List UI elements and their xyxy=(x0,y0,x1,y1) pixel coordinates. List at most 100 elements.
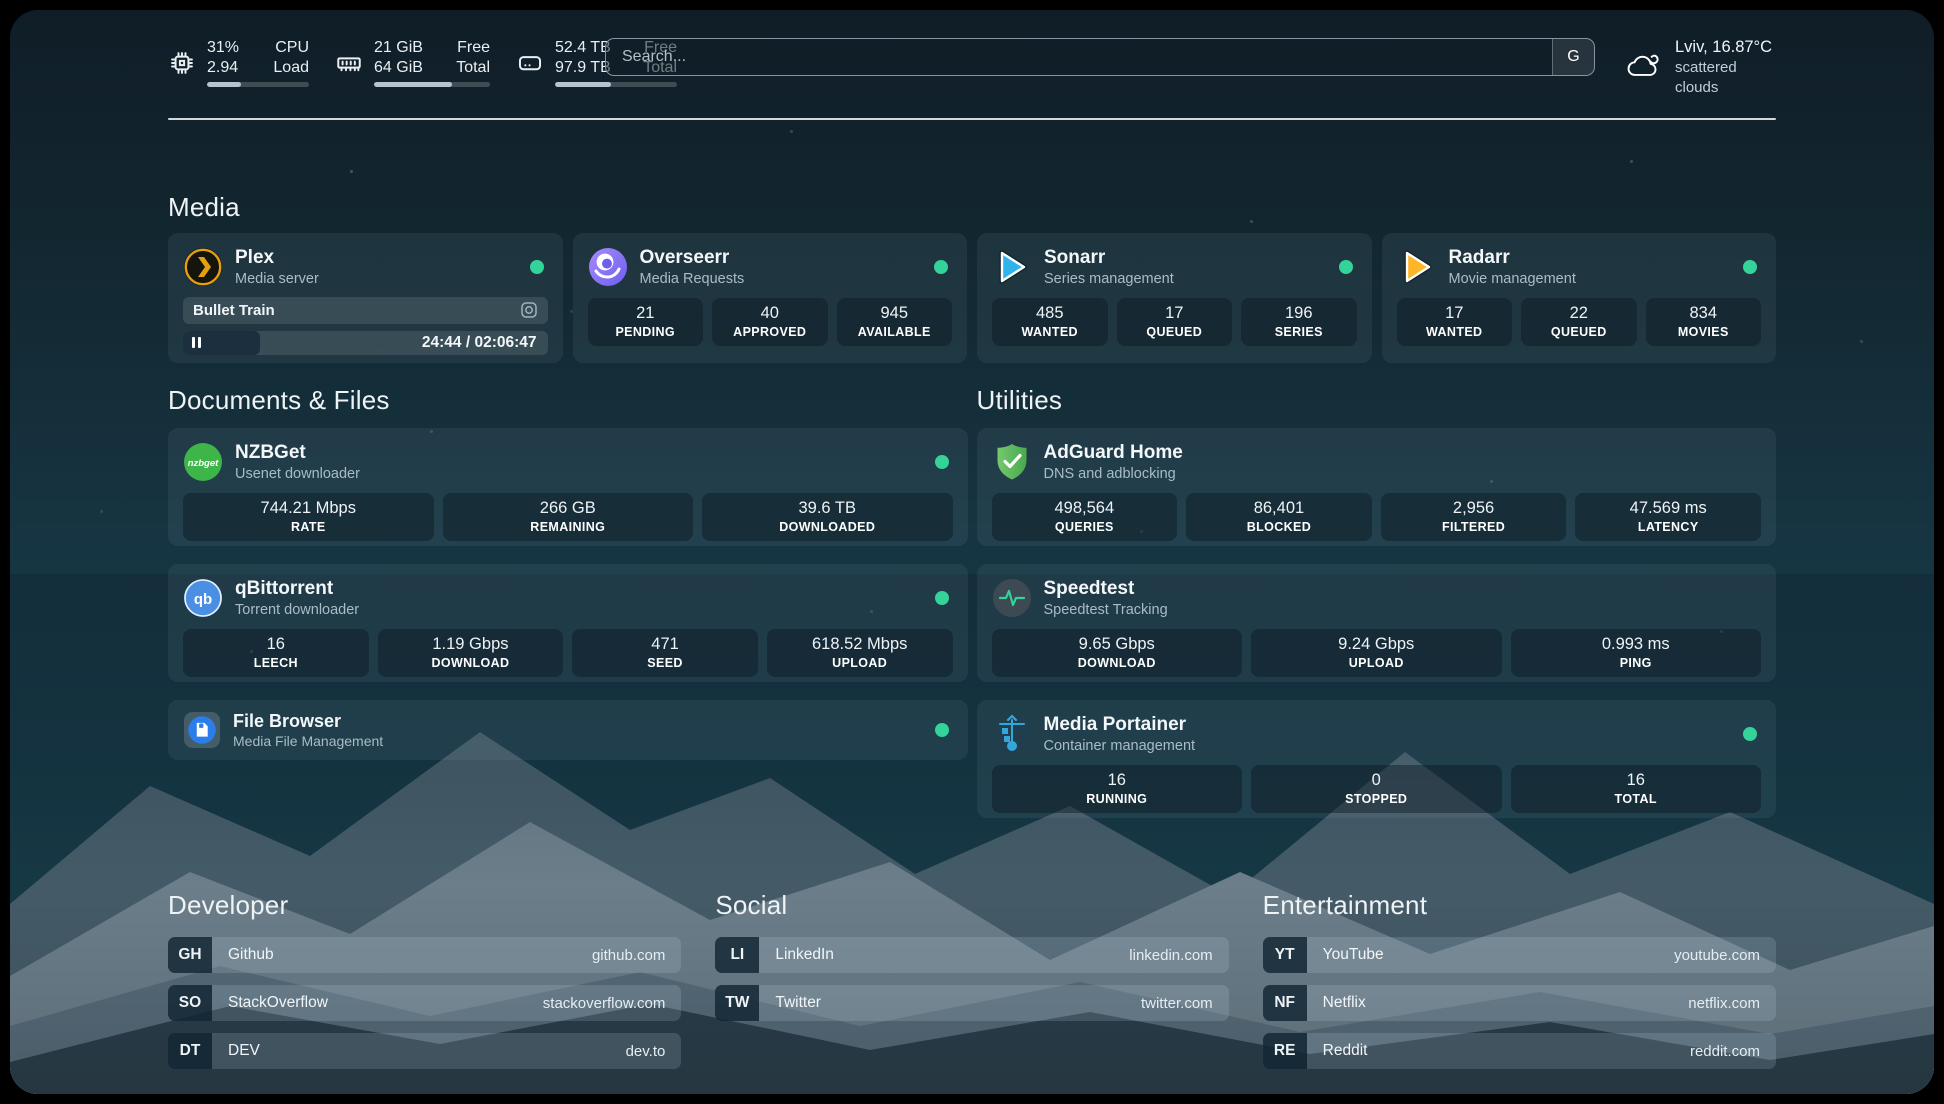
bookmark-name: Netflix xyxy=(1323,994,1679,1012)
disk-icon xyxy=(516,49,544,77)
bookmark-github[interactable]: GH Github github.com xyxy=(168,937,681,973)
bookmark-abbr: NF xyxy=(1263,985,1307,1021)
bookmark-stackoverflow[interactable]: SO StackOverflow stackoverflow.com xyxy=(168,985,681,1021)
card-name: Overseerr xyxy=(640,246,923,270)
service-card-plex[interactable]: Plex Media server Bullet Train xyxy=(168,233,563,363)
service-card-sonarr[interactable]: Sonarr Series management 485 WANTED 17 Q… xyxy=(977,233,1372,363)
cpu-label: CPU xyxy=(273,38,309,58)
cloud-icon xyxy=(1625,50,1662,84)
bookmark-youtube[interactable]: YT YouTube youtube.com xyxy=(1263,937,1776,973)
card-subtitle: Speedtest Tracking xyxy=(1044,601,1762,619)
stat-available: 945 AVAILABLE xyxy=(837,298,953,346)
bookmark-group-title: Entertainment xyxy=(1263,890,1776,921)
stat-seed: 471 SEED xyxy=(572,629,758,677)
stat-rate: 744.21 Mbps RATE xyxy=(183,493,434,541)
stat-queued: 17 QUEUED xyxy=(1117,298,1233,346)
service-card-filebrowser[interactable]: File Browser Media File Management xyxy=(168,700,968,760)
adguard-icon xyxy=(992,442,1032,482)
memory-free-label: Free xyxy=(456,38,490,58)
memory-widget: 21 GiB 64 GiB Free Total xyxy=(335,38,490,87)
bookmark-group-entertainment: Entertainment YT YouTube youtube.com NF … xyxy=(1263,890,1776,1081)
service-card-speedtest[interactable]: Speedtest Speedtest Tracking 9.65 Gbps D… xyxy=(977,564,1777,682)
cpu-load-value: 2.94 xyxy=(207,58,239,78)
bookmark-abbr: YT xyxy=(1263,937,1307,973)
cpu-progress-bar xyxy=(207,82,309,87)
plex-icon xyxy=(183,247,223,287)
stat-queued: 22 QUEUED xyxy=(1521,298,1637,346)
card-subtitle: Movie management xyxy=(1449,270,1732,288)
service-card-overseerr[interactable]: Overseerr Media Requests 21 PENDING 40 A… xyxy=(573,233,968,363)
card-subtitle: Media server xyxy=(235,270,518,288)
card-subtitle: Container management xyxy=(1044,737,1732,755)
weather-widget: Lviv, 16.87°C scattered clouds xyxy=(1625,37,1776,97)
status-dot xyxy=(935,723,949,737)
section-documents: Documents & Files nzbget NZBGet Usenet d xyxy=(168,385,968,836)
bookmark-url: netflix.com xyxy=(1688,995,1760,1012)
service-card-qbittorrent[interactable]: qb qBittorrent Torrent downloader 16 LEE… xyxy=(168,564,968,682)
bookmark-linkedin[interactable]: LI LinkedIn linkedin.com xyxy=(715,937,1228,973)
stat-latency: 47.569 ms LATENCY xyxy=(1575,493,1761,541)
stat-upload: 9.24 Gbps UPLOAD xyxy=(1251,629,1502,677)
stat-upload: 618.52 Mbps UPLOAD xyxy=(767,629,953,677)
card-subtitle: Media File Management xyxy=(233,733,923,751)
now-playing-row: Bullet Train xyxy=(183,297,548,324)
filebrowser-icon xyxy=(183,711,221,749)
bookmark-url: reddit.com xyxy=(1690,1043,1760,1060)
cast-icon xyxy=(520,301,538,319)
status-dot xyxy=(1339,260,1353,274)
stat-filtered: 2,956 FILTERED xyxy=(1381,493,1567,541)
bookmark-name: Github xyxy=(228,946,582,964)
portainer-icon xyxy=(992,714,1032,754)
bookmark-url: stackoverflow.com xyxy=(543,995,666,1012)
service-card-portainer[interactable]: Media Portainer Container management 16 … xyxy=(977,700,1777,818)
stat-running: 16 RUNNING xyxy=(992,765,1243,813)
search-bar: G xyxy=(605,38,1595,76)
bookmark-url: youtube.com xyxy=(1674,947,1760,964)
stat-wanted: 485 WANTED xyxy=(992,298,1108,346)
bookmark-name: DEV xyxy=(228,1042,616,1060)
card-subtitle: Media Requests xyxy=(640,270,923,288)
bookmark-abbr: DT xyxy=(168,1033,212,1069)
stat-pending: 21 PENDING xyxy=(588,298,704,346)
weather-condition: scattered clouds xyxy=(1675,58,1776,97)
bookmark-group-social: Social LI LinkedIn linkedin.com TW Twitt… xyxy=(715,890,1228,1081)
memory-icon xyxy=(335,49,363,77)
section-utilities: Utilities AdGuard xyxy=(977,385,1777,836)
status-dot xyxy=(1743,260,1757,274)
bookmark-group-title: Developer xyxy=(168,890,681,921)
nzbget-icon: nzbget xyxy=(183,442,223,482)
card-name: NZBGet xyxy=(235,441,923,465)
section-title-documents: Documents & Files xyxy=(168,385,968,416)
header-divider xyxy=(168,118,1776,120)
search-input[interactable] xyxy=(606,39,1552,75)
card-name: Speedtest xyxy=(1044,577,1762,601)
bookmark-dev[interactable]: DT DEV dev.to xyxy=(168,1033,681,1069)
card-subtitle: Torrent downloader xyxy=(235,601,923,619)
bookmark-twitter[interactable]: TW Twitter twitter.com xyxy=(715,985,1228,1021)
service-card-nzbget[interactable]: nzbget NZBGet Usenet downloader 744.21 M… xyxy=(168,428,968,546)
top-bar: 31% 2.94 CPU Load xyxy=(168,36,1776,92)
card-name: AdGuard Home xyxy=(1044,441,1762,465)
status-dot xyxy=(934,260,948,274)
service-card-radarr[interactable]: Radarr Movie management 17 WANTED 22 QUE… xyxy=(1382,233,1777,363)
bookmark-abbr: RE xyxy=(1263,1033,1307,1069)
card-name: Plex xyxy=(235,246,518,270)
bookmark-abbr: GH xyxy=(168,937,212,973)
card-name: qBittorrent xyxy=(235,577,923,601)
card-name: File Browser xyxy=(233,710,923,733)
bookmark-reddit[interactable]: RE Reddit reddit.com xyxy=(1263,1033,1776,1069)
load-label: Load xyxy=(273,58,309,78)
service-card-adguard[interactable]: AdGuard Home DNS and adblocking 498,564 … xyxy=(977,428,1777,546)
memory-free-value: 21 GiB xyxy=(374,38,423,58)
card-subtitle: DNS and adblocking xyxy=(1044,465,1762,483)
bookmark-netflix[interactable]: NF Netflix netflix.com xyxy=(1263,985,1776,1021)
now-playing-title: Bullet Train xyxy=(193,302,520,319)
stat-remaining: 266 GB REMAINING xyxy=(443,493,694,541)
speedtest-icon xyxy=(992,578,1032,618)
search-provider-button[interactable]: G xyxy=(1552,39,1594,75)
pause-icon xyxy=(192,337,201,348)
card-subtitle: Series management xyxy=(1044,270,1327,288)
radarr-icon xyxy=(1397,247,1437,287)
bookmark-group-developer: Developer GH Github github.com SO StackO… xyxy=(168,890,681,1081)
bookmark-name: LinkedIn xyxy=(775,946,1119,964)
